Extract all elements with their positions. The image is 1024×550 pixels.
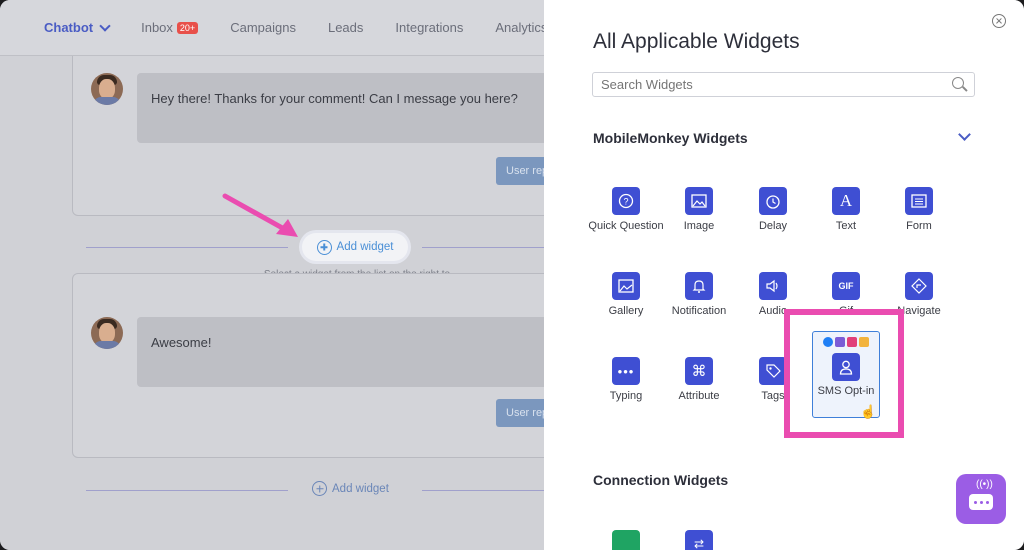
message-card: Hey there! Thanks for your comment! Can … — [72, 56, 559, 216]
widget-label: Image — [683, 220, 715, 232]
gif-icon: GIF — [832, 272, 860, 300]
divider — [422, 490, 544, 491]
nav-campaigns[interactable]: Campaigns — [230, 20, 296, 35]
widget-delay[interactable]: Delay — [735, 187, 811, 232]
nav-chatbot[interactable]: Chatbot — [44, 19, 111, 35]
tag-icon — [759, 357, 787, 385]
avatar — [91, 73, 123, 105]
screenshot-frame: Chatbot Inbox 20+ Campaigns Leads Integr… — [0, 0, 1024, 550]
close-icon[interactable] — [992, 14, 1006, 28]
divider — [422, 247, 544, 248]
widget-label: Form — [906, 220, 932, 232]
widget-label: Notification — [671, 305, 727, 317]
swap-icon[interactable]: ⇄ — [685, 530, 713, 550]
command-icon: ⌘ — [685, 357, 713, 385]
section-mobilemonkey-widgets: MobileMonkey Widgets — [593, 130, 748, 146]
gallery-icon — [612, 272, 640, 300]
add-widget-label: Add widget — [336, 241, 394, 253]
audio-icon — [759, 272, 787, 300]
nav-leads[interactable]: Leads — [328, 20, 363, 35]
chat-widget-button[interactable]: ((•)) — [956, 474, 1006, 524]
nav-integrations[interactable]: Integrations — [395, 20, 463, 35]
inbox-badge: 20+ — [176, 21, 199, 34]
widget-image[interactable]: Image — [661, 187, 737, 232]
hand-cursor-icon: ☝ — [860, 404, 877, 419]
widget-label: Gallery — [608, 305, 644, 317]
chatbot-editor: Chatbot Inbox 20+ Campaigns Leads Integr… — [0, 0, 566, 550]
nav-chatbot-label: Chatbot — [44, 20, 94, 35]
user-icon — [832, 353, 860, 381]
divider — [86, 490, 288, 491]
widget-quick-question[interactable]: ? Quick Question — [588, 187, 664, 232]
plus-circle-icon — [312, 481, 327, 496]
panel-title: All Applicable Widgets — [593, 30, 800, 53]
avatar — [91, 317, 123, 349]
chevron-down-icon — [99, 19, 111, 32]
channel-icons — [813, 337, 879, 347]
google-sheets-icon[interactable] — [612, 530, 640, 550]
widget-label: Quick Question — [588, 220, 664, 232]
widget-attribute[interactable]: ⌘ Attribute — [661, 357, 737, 402]
instagram-icon — [847, 337, 857, 347]
clock-icon — [759, 187, 787, 215]
add-widget-bottom-button[interactable]: Add widget — [312, 481, 389, 496]
widget-form[interactable]: Form — [881, 187, 957, 232]
message-card: Awesome! User rep — [72, 273, 559, 458]
chevron-down-icon[interactable] — [958, 128, 971, 141]
divider — [86, 247, 288, 248]
widget-typing[interactable]: ••• Typing — [588, 357, 664, 402]
chat-bubble-icon — [969, 494, 993, 510]
widget-gallery[interactable]: Gallery — [588, 272, 664, 317]
svg-text:?: ? — [623, 197, 628, 207]
widget-label: Text — [835, 220, 857, 232]
typing-icon: ••• — [612, 357, 640, 385]
bell-icon — [685, 272, 713, 300]
plus-circle-icon — [316, 239, 332, 255]
nav-analytics-label: Analytics — [495, 20, 548, 35]
widget-notification[interactable]: Notification — [661, 272, 737, 317]
message-bubble[interactable]: Awesome! — [137, 317, 557, 387]
question-icon: ? — [612, 187, 640, 215]
text-icon: A — [832, 187, 860, 215]
navigate-icon — [905, 272, 933, 300]
image-icon — [685, 187, 713, 215]
nav-inbox[interactable]: Inbox 20+ — [141, 20, 199, 35]
search-widgets-input[interactable] — [592, 72, 975, 97]
nav-inbox-label: Inbox — [141, 20, 173, 35]
search-icon[interactable] — [952, 77, 964, 89]
widget-label: Attribute — [678, 390, 720, 402]
widget-label: Delay — [758, 220, 788, 232]
add-widget-bottom-label: Add widget — [332, 482, 389, 495]
add-widget-button[interactable]: Add widget — [302, 233, 408, 261]
chat-icon — [835, 337, 845, 347]
message-bubble[interactable]: Hey there! Thanks for your comment! Can … — [137, 73, 557, 143]
section-connection-widgets: Connection Widgets — [593, 472, 729, 488]
widget-label: SMS Opt-in — [817, 385, 875, 397]
sms-icon — [859, 337, 869, 347]
form-icon — [905, 187, 933, 215]
messenger-icon — [823, 337, 833, 347]
widget-text[interactable]: A Text — [808, 187, 884, 232]
widget-label: Typing — [609, 390, 643, 402]
pointer-arrow-icon — [222, 193, 298, 237]
signal-icon: ((•)) — [976, 479, 993, 490]
widget-panel: All Applicable Widgets MobileMonkey Widg… — [544, 0, 1024, 550]
top-navigation: Chatbot Inbox 20+ Campaigns Leads Integr… — [0, 0, 566, 56]
